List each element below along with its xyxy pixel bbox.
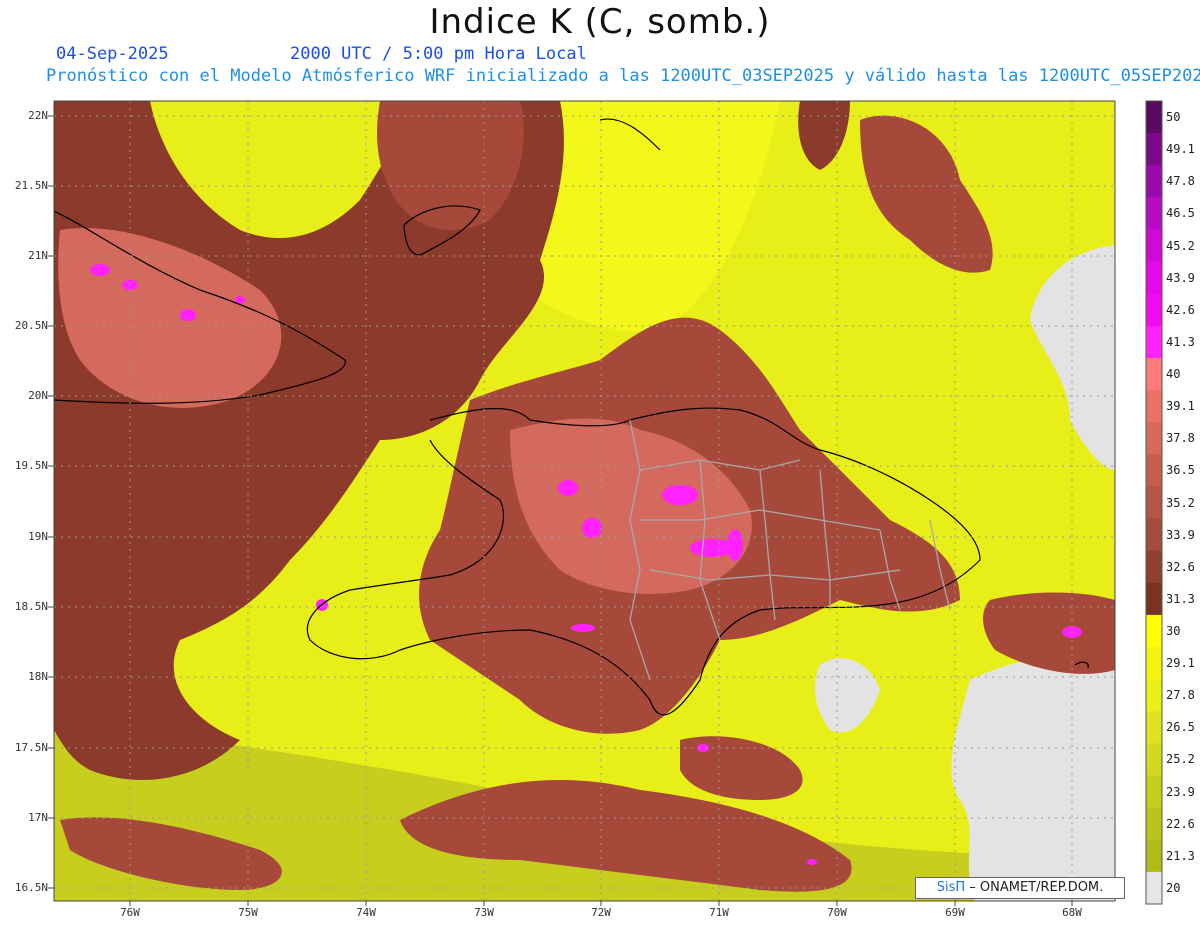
colorbar-label: 39.1: [1166, 399, 1195, 414]
colorbar-swatch: [1146, 518, 1162, 552]
lon-label: 71W: [709, 906, 729, 919]
lat-label: 19N: [28, 530, 48, 543]
lat-label: 20N: [28, 389, 48, 402]
colorbar-swatch: [1146, 454, 1162, 487]
lat-label: 18N: [28, 670, 48, 683]
colorbar-label: 50: [1166, 110, 1181, 125]
colorbar-swatch: [1146, 197, 1162, 230]
colorbar-swatch: [1146, 165, 1162, 198]
colorbar-swatch: [1146, 743, 1162, 777]
colorbar-swatch: [1146, 422, 1162, 455]
colorbar-label: 49.1: [1166, 142, 1195, 157]
lat-label: 21.5N: [14, 179, 48, 192]
credit-box: SisΠ – ONAMET/REP.DOM.: [915, 877, 1125, 899]
colorbar-swatch: [1146, 229, 1162, 263]
colorbar-label: 22.6: [1166, 816, 1195, 831]
colorbar-label: 30: [1166, 623, 1181, 638]
colorbar-swatch: [1146, 711, 1162, 744]
lon-label: 69W: [945, 906, 965, 919]
colorbar-label: 25.2: [1166, 752, 1195, 767]
k-index-map: [48, 100, 1163, 906]
lat-label: 21N: [28, 249, 48, 262]
lon-label: 72W: [591, 906, 611, 919]
colorbar-label: 20: [1166, 880, 1181, 895]
colorbar-label: 29.1: [1166, 656, 1195, 671]
colorbar-swatch: [1146, 582, 1162, 616]
lat-label: 17N: [28, 811, 48, 824]
colorbar-label: 27.8: [1166, 688, 1195, 703]
lon-label: 70W: [827, 906, 847, 919]
colorbar-label: 41.3: [1166, 334, 1195, 349]
lat-label: 19.5N: [14, 459, 48, 472]
colorbar-label: 33.9: [1166, 527, 1195, 542]
colorbar-swatch: [1146, 871, 1162, 905]
colorbar-swatch: [1146, 550, 1162, 584]
colorbar-swatch: [1146, 647, 1162, 680]
colorbar-swatch: [1146, 293, 1162, 327]
colorbar-swatch: [1146, 133, 1162, 166]
colorbar-label: 32.6: [1166, 559, 1195, 574]
lat-label: 20.5N: [14, 319, 48, 332]
colorbar-label: 37.8: [1166, 431, 1195, 446]
colorbar-label: 40: [1166, 367, 1181, 382]
colorbar-swatch: [1146, 486, 1162, 520]
lon-label: 68W: [1062, 906, 1082, 919]
colorbar-label: 36.5: [1166, 463, 1195, 478]
colorbar-swatch: [1146, 807, 1162, 841]
lon-label: 76W: [120, 906, 140, 919]
colorbar-swatch: [1146, 261, 1162, 295]
lon-label: 73W: [474, 906, 494, 919]
colorbar-label: 46.5: [1166, 206, 1195, 221]
colorbar-label: 21.3: [1166, 848, 1195, 863]
colorbar-swatch: [1146, 325, 1162, 359]
colorbar-label: 35.2: [1166, 495, 1195, 510]
lat-label: 16.5N: [14, 881, 48, 894]
colorbar-label: 23.9: [1166, 784, 1195, 799]
low-area-se: [951, 656, 1115, 901]
colorbar-swatch: [1146, 679, 1162, 712]
lon-label: 74W: [356, 906, 376, 919]
colorbar-label: 42.6: [1166, 302, 1195, 317]
colorbar-label: 47.8: [1166, 174, 1195, 189]
colorbar-swatch: [1146, 101, 1162, 134]
lon-label: 75W: [238, 906, 258, 919]
lat-label: 18.5N: [14, 600, 48, 613]
colorbar-swatch: [1146, 614, 1162, 648]
colorbar-swatch: [1146, 839, 1162, 873]
colorbar-swatch: [1146, 390, 1162, 423]
colorbar-label: 45.2: [1166, 238, 1195, 253]
colorbar-swatch: [1146, 357, 1162, 391]
colorbar-label: 43.9: [1166, 270, 1195, 285]
lat-label: 17.5N: [14, 741, 48, 754]
colorbar-label: 26.5: [1166, 720, 1195, 735]
sispi-logo: SisΠ: [936, 880, 966, 895]
credit-org: – ONAMET/REP.DOM.: [969, 880, 1104, 895]
colorbar-swatch: [1146, 775, 1162, 809]
colorbar: [1145, 100, 1163, 905]
colorbar-label: 31.3: [1166, 591, 1195, 606]
lat-label: 22N: [28, 109, 48, 122]
